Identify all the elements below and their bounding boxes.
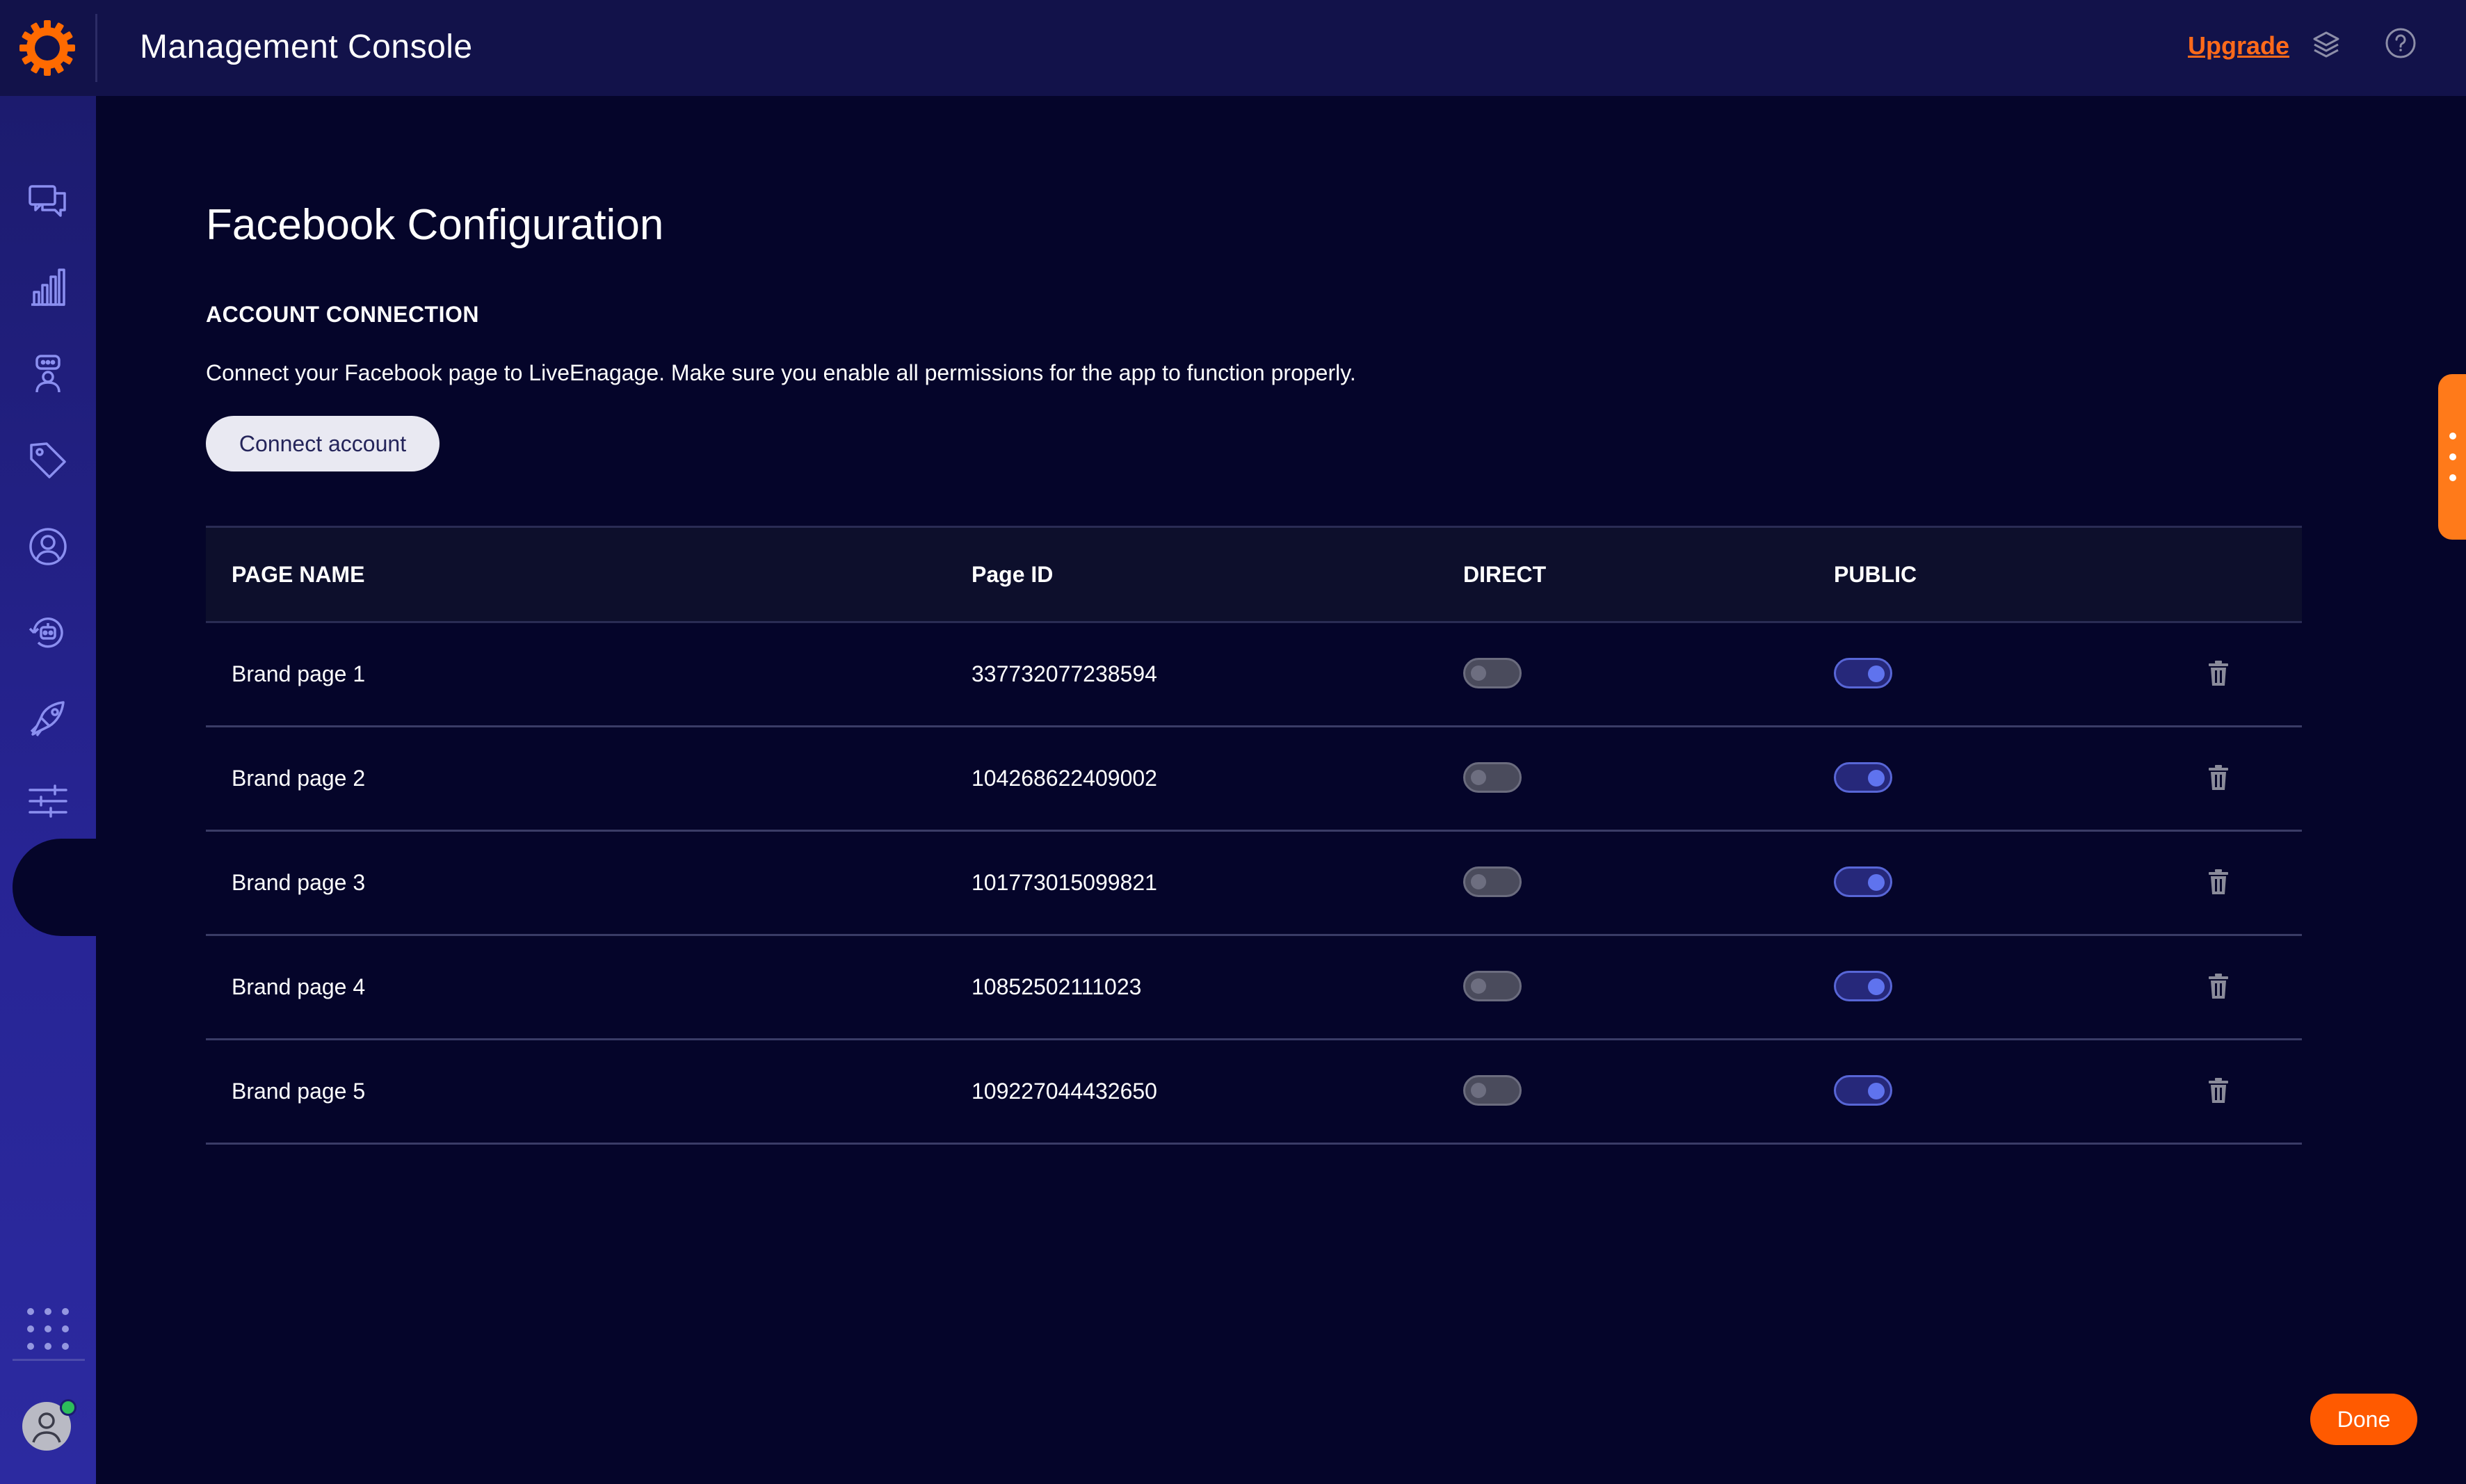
page-name-cell: Brand page 1 (232, 661, 366, 686)
toggle-knob (1868, 874, 1885, 891)
table-header: PAGE NAME Page ID DIRECT PUBLIC (206, 526, 2302, 623)
sidebar-item-campaigns[interactable] (0, 676, 96, 762)
handle-dot (2449, 453, 2456, 460)
page-id-cell: 10852502111023 (972, 974, 1142, 999)
handle-dot (2449, 433, 2456, 439)
handle-dot (2449, 474, 2456, 481)
sidebar-item-conversations[interactable] (0, 159, 96, 245)
liveperson-logo-icon[interactable] (14, 19, 81, 76)
direct-toggle[interactable] (1463, 866, 1522, 897)
toggle-knob (1471, 874, 1486, 889)
direct-toggle[interactable] (1463, 971, 1522, 1001)
analytics-icon (31, 268, 65, 306)
delete-icon[interactable] (2206, 1076, 2231, 1104)
done-button[interactable]: Done (2310, 1394, 2417, 1445)
delete-icon[interactable] (2206, 659, 2231, 687)
table-row: Brand page 1 337732077238594 (206, 623, 2302, 727)
column-header-direct: DIRECT (1463, 562, 1547, 587)
sidebar-active-indicator (13, 839, 131, 936)
sidebar-item-analytics[interactable] (0, 245, 96, 331)
sidebar-item-agents[interactable] (0, 331, 96, 417)
agent-icon (35, 355, 61, 393)
page-name-cell: Brand page 3 (232, 870, 366, 895)
user-profile-icon (29, 528, 67, 565)
sidebar-item-bots[interactable] (0, 590, 96, 676)
page-id-cell: 104268622409002 (972, 766, 1157, 791)
sidebar-item-settings[interactable] (0, 758, 96, 844)
page-name-cell: Brand page 4 (232, 974, 366, 999)
page-id-cell: 101773015099821 (972, 870, 1157, 895)
app-window: Management Console Upgrade Facebook Conf… (0, 0, 2466, 1484)
table-row: Brand page 5 109227044432650 (206, 1040, 2302, 1145)
top-bar: Management Console Upgrade (0, 0, 2466, 96)
campaigns-icon (30, 701, 65, 737)
toggle-knob (1471, 1083, 1486, 1098)
delete-icon[interactable] (2206, 868, 2231, 896)
toggle-knob (1868, 666, 1885, 682)
toggle-knob (1868, 978, 1885, 995)
toggle-knob (1868, 1083, 1885, 1099)
column-header-page-id: Page ID (972, 562, 1054, 587)
public-toggle[interactable] (1834, 971, 1892, 1001)
section-heading: ACCOUNT CONNECTION (206, 302, 479, 327)
toggle-knob (1471, 978, 1486, 994)
direct-toggle[interactable] (1463, 658, 1522, 688)
apps-grid-icon[interactable] (24, 1305, 72, 1353)
upgrade-link[interactable]: Upgrade (2188, 29, 2289, 63)
sidebar-divider (13, 1359, 85, 1361)
online-status-icon (60, 1399, 76, 1416)
tag-icon (30, 442, 66, 478)
help-icon[interactable] (2384, 26, 2417, 60)
app-title: Management Console (140, 29, 473, 65)
page-title: Facebook Configuration (206, 201, 664, 249)
facebook-pages-table: PAGE NAME Page ID DIRECT PUBLIC Brand pa… (206, 526, 2302, 1145)
side-panel-handle[interactable] (2438, 374, 2466, 540)
public-toggle[interactable] (1834, 866, 1892, 897)
page-name-cell: Brand page 2 (232, 766, 366, 791)
delete-icon[interactable] (2206, 972, 2231, 1000)
column-header-page-name: PAGE NAME (232, 562, 365, 587)
public-toggle[interactable] (1834, 762, 1892, 793)
table-row: Brand page 2 104268622409002 (206, 727, 2302, 832)
public-toggle[interactable] (1834, 1075, 1892, 1106)
bot-icon (29, 618, 63, 648)
page-name-cell: Brand page 5 (232, 1079, 366, 1104)
toggle-knob (1471, 770, 1486, 785)
page-id-cell: 337732077238594 (972, 661, 1157, 686)
connect-account-button[interactable]: Connect account (206, 416, 440, 471)
toggle-knob (1471, 666, 1486, 681)
sidebar-item-tags[interactable] (0, 417, 96, 503)
settings-sliders-icon (29, 784, 67, 818)
layers-icon[interactable] (2310, 29, 2342, 61)
conversations-icon (29, 185, 66, 217)
direct-toggle[interactable] (1463, 1075, 1522, 1106)
topbar-divider (95, 14, 97, 82)
table-row: Brand page 4 10852502111023 (206, 936, 2302, 1040)
sidebar-item-users[interactable] (0, 503, 96, 590)
page-id-cell: 109227044432650 (972, 1079, 1157, 1104)
toggle-knob (1868, 770, 1885, 787)
direct-toggle[interactable] (1463, 762, 1522, 793)
section-description: Connect your Facebook page to LiveEnagag… (206, 360, 1356, 385)
column-header-public: PUBLIC (1834, 562, 1917, 587)
public-toggle[interactable] (1834, 658, 1892, 688)
sidebar (0, 96, 131, 1484)
table-row: Brand page 3 101773015099821 (206, 832, 2302, 936)
delete-icon[interactable] (2206, 764, 2231, 791)
